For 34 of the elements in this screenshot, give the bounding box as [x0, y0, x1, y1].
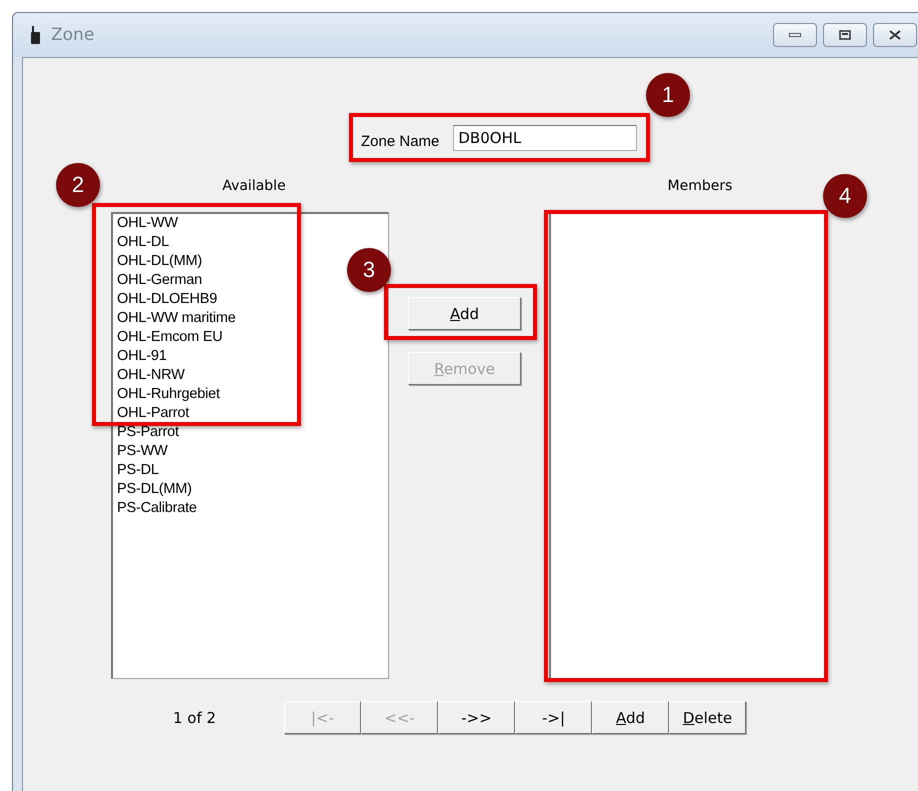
list-item[interactable]: OHL-Parrot — [117, 406, 190, 421]
list-item[interactable]: OHL-WW — [117, 216, 178, 231]
pager-button[interactable]: Delete — [669, 701, 746, 734]
zone-name-label: Zone Name — [361, 132, 440, 150]
list-item[interactable]: PS-Parrot — [117, 425, 179, 440]
window-title: Zone — [51, 25, 94, 45]
close-button[interactable] — [873, 23, 917, 47]
list-item[interactable]: OHL-DL(MM) — [117, 254, 202, 269]
page-indicator: 1 of 2 — [173, 708, 218, 726]
list-item[interactable]: OHL-German — [117, 273, 202, 288]
list-item[interactable]: OHL-91 — [117, 349, 167, 364]
add-button[interactable]: Add — [408, 297, 521, 330]
maximize-button[interactable] — [823, 23, 867, 47]
available-label: Available — [221, 178, 287, 196]
list-item[interactable]: OHL-Emcom EU — [117, 330, 223, 345]
close-icon — [889, 30, 901, 40]
pager-button[interactable]: ->> — [438, 701, 515, 734]
list-item[interactable]: OHL-DL — [117, 235, 169, 250]
list-item[interactable]: OHL-DLOEHB9 — [117, 292, 218, 307]
pager-button[interactable]: Add — [592, 701, 669, 734]
restore-icon — [839, 30, 851, 40]
list-item[interactable]: OHL-NRW — [117, 368, 185, 383]
list-item[interactable]: PS-DL — [117, 463, 159, 478]
minimize-button[interactable] — [773, 23, 817, 47]
zone-name-field[interactable]: DB0OHL — [453, 125, 638, 151]
minimize-icon — [789, 33, 801, 37]
list-item[interactable]: OHL-Ruhrgebiet — [117, 387, 220, 402]
list-item[interactable]: PS-DL(MM) — [117, 482, 192, 497]
pager-button[interactable]: ->| — [515, 701, 592, 734]
list-item[interactable]: OHL-WW maritime — [117, 311, 236, 326]
radio-icon — [31, 26, 41, 44]
list-item[interactable]: PS-WW — [117, 444, 168, 459]
list-item[interactable]: PS-Calibrate — [117, 501, 197, 516]
members-label: Members — [666, 178, 734, 196]
